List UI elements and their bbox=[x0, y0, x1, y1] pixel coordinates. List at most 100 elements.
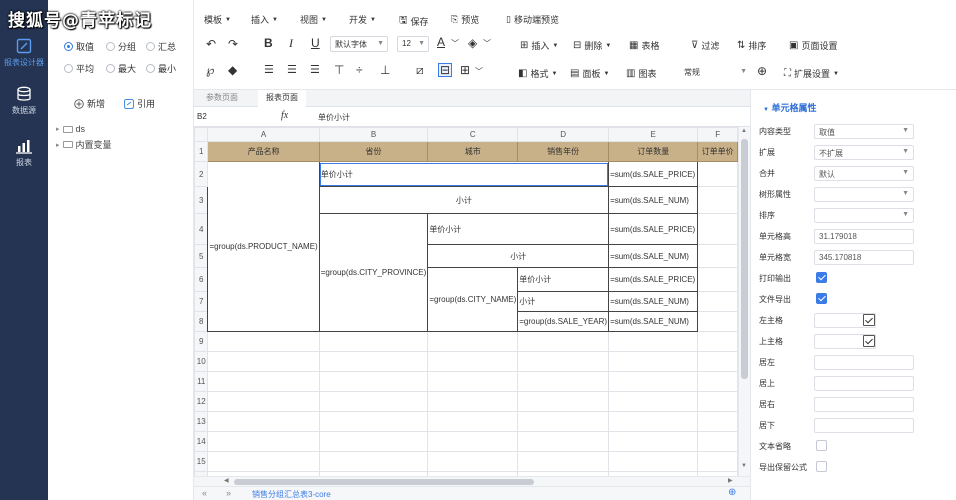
row-header[interactable]: 13 bbox=[194, 411, 209, 432]
save-button[interactable]: 🖫 保存 bbox=[399, 13, 429, 30]
row-header[interactable]: 6 bbox=[194, 267, 209, 292]
scrollbar-thumb[interactable] bbox=[234, 479, 534, 485]
prop-field-select[interactable]: 取值 ▼ bbox=[814, 124, 914, 139]
column-header[interactable]: A bbox=[207, 127, 320, 142]
cell-f7[interactable] bbox=[697, 291, 738, 312]
cell-e1[interactable]: 订单数量 bbox=[608, 141, 699, 162]
radio-max[interactable]: 最大 bbox=[106, 62, 136, 75]
cell-e7[interactable]: =sum(ds.SALE_NUM) bbox=[608, 291, 699, 312]
cell-b1[interactable]: 省份 bbox=[318, 141, 429, 162]
cell-c6[interactable]: =group(ds.CITY_NAME) bbox=[427, 267, 519, 332]
horizontal-scrollbar[interactable]: ◀ ▶ bbox=[194, 476, 750, 486]
radio-average[interactable]: 平均 bbox=[64, 62, 94, 75]
number-format-select[interactable]: 常规 ▼ bbox=[680, 65, 750, 81]
prop-checkbox[interactable] bbox=[816, 272, 827, 283]
prop-field-select[interactable]: ▼ bbox=[814, 208, 914, 223]
menu-develop[interactable]: 开发 ▼ bbox=[349, 13, 376, 26]
page-setup-button[interactable]: ▣ 页面设置 bbox=[789, 39, 837, 52]
scroll-down-icon[interactable]: ▼ bbox=[741, 463, 747, 469]
preview-button[interactable]: ⎘ 预览 bbox=[451, 13, 479, 26]
italic-icon[interactable]: I bbox=[289, 37, 293, 49]
row-header[interactable]: 5 bbox=[194, 244, 209, 268]
row-header[interactable]: 3 bbox=[194, 186, 209, 214]
filter-button[interactable]: ⊽ 过滤 bbox=[691, 39, 719, 52]
last-sheet-icon[interactable]: » bbox=[226, 488, 231, 498]
delete-button[interactable]: ⊟ 删除 ▼ bbox=[573, 39, 611, 52]
font-color-icon[interactable]: A bbox=[437, 36, 445, 48]
format-painter-icon[interactable]: ℘ bbox=[206, 64, 214, 76]
first-sheet-icon[interactable]: « bbox=[202, 488, 207, 498]
sort-button[interactable]: ⇅ 排序 bbox=[737, 39, 766, 52]
prop-field-select[interactable]: ▼ bbox=[814, 187, 914, 202]
row-header[interactable]: 15 bbox=[194, 451, 209, 472]
chart-button[interactable]: ▥ 图表 bbox=[626, 67, 656, 80]
vertical-scrollbar[interactable]: ▲ ▼ bbox=[738, 127, 750, 476]
align-bottom-icon[interactable]: ⊥ bbox=[380, 64, 390, 76]
chevron-down-icon[interactable]: ﹀ bbox=[451, 38, 459, 49]
radio-summary[interactable]: 汇总 bbox=[146, 40, 176, 53]
merge-cells-icon[interactable]: ⊟ bbox=[438, 63, 453, 77]
row-header[interactable]: 10 bbox=[194, 351, 209, 372]
dropdown-toggle-icon[interactable] bbox=[863, 314, 875, 326]
undo-icon[interactable]: ↶ bbox=[206, 38, 216, 50]
cell-b2[interactable]: 单价小计 bbox=[318, 161, 610, 187]
column-header[interactable]: E bbox=[608, 127, 699, 142]
row-header[interactable]: 14 bbox=[194, 431, 209, 452]
cell-f6[interactable] bbox=[697, 267, 738, 292]
row-header[interactable]: 8 bbox=[194, 311, 209, 332]
prop-field-input[interactable] bbox=[814, 355, 914, 370]
align-left-icon[interactable]: ☰ bbox=[264, 64, 274, 76]
cell-c5[interactable]: 小计 bbox=[427, 244, 610, 268]
cell-e3[interactable]: =sum(ds.SALE_NUM) bbox=[608, 186, 699, 214]
align-center-icon[interactable]: ☰ bbox=[287, 64, 297, 76]
cell-reference[interactable]: B2 bbox=[197, 112, 207, 121]
align-top-icon[interactable]: ⊤ bbox=[334, 64, 344, 76]
nav-item-datasource[interactable]: 数据源 bbox=[0, 86, 48, 116]
expand-setup-button[interactable]: ⛶ 扩展设置 ▼ bbox=[784, 67, 839, 80]
chevron-down-icon[interactable]: ﹀ bbox=[475, 66, 483, 77]
cell-b4[interactable]: =group(ds.CITY_PROVINCE) bbox=[318, 213, 429, 332]
eraser-icon[interactable]: ◆ bbox=[228, 64, 237, 76]
scrollbar-thumb[interactable] bbox=[741, 139, 748, 379]
cell-f4[interactable] bbox=[697, 213, 738, 245]
sheet-tab-active[interactable]: 销售分组汇总表3-core bbox=[252, 489, 331, 500]
menu-insert[interactable]: 插入 ▼ bbox=[251, 13, 278, 26]
scroll-up-icon[interactable]: ▲ bbox=[741, 128, 747, 134]
font-family-select[interactable]: 默认字体 ▼ bbox=[330, 36, 388, 52]
row-header[interactable]: 1 bbox=[194, 141, 209, 162]
cell-e2[interactable]: =sum(ds.SALE_PRICE) bbox=[608, 161, 699, 187]
prop-field-input[interactable]: 31.179018 bbox=[814, 229, 914, 244]
panel-button[interactable]: ▤ 面板 ▼ bbox=[570, 67, 609, 80]
cell-e6[interactable]: =sum(ds.SALE_PRICE) bbox=[608, 267, 699, 292]
border-icon[interactable]: ⊞ bbox=[460, 64, 470, 76]
align-right-icon[interactable]: ☰ bbox=[310, 64, 320, 76]
cell-b3[interactable]: 小计 bbox=[318, 186, 610, 214]
tab-params-page[interactable]: 参数页面 bbox=[198, 90, 246, 107]
cell-f2[interactable] bbox=[697, 161, 738, 187]
mobile-preview-button[interactable]: ▯ 移动端预览 bbox=[506, 13, 559, 26]
nav-item-report-designer[interactable]: 报表设计器 bbox=[0, 38, 48, 68]
underline-icon[interactable]: U bbox=[311, 37, 320, 49]
bold-icon[interactable]: B bbox=[264, 37, 273, 49]
cell-f5[interactable] bbox=[697, 244, 738, 268]
radio-value[interactable]: 取值 bbox=[64, 40, 94, 53]
prop-checkbox[interactable] bbox=[816, 293, 827, 304]
row-header[interactable]: 9 bbox=[194, 331, 209, 352]
cell-e5[interactable]: =sum(ds.SALE_NUM) bbox=[608, 244, 699, 268]
scroll-left-icon[interactable]: ◀ bbox=[224, 477, 229, 484]
cell-c4[interactable]: 单价小计 bbox=[427, 213, 610, 245]
menu-view[interactable]: 视图 ▼ bbox=[300, 13, 327, 26]
cell-d1[interactable]: 销售年份 bbox=[517, 141, 610, 162]
cell-e4[interactable]: =sum(ds.SALE_PRICE) bbox=[608, 213, 699, 245]
cell-f8[interactable] bbox=[697, 311, 738, 332]
cell-e8[interactable]: =sum(ds.SALE_NUM) bbox=[608, 311, 699, 332]
column-header[interactable]: F bbox=[697, 127, 738, 142]
row-header[interactable]: 11 bbox=[194, 371, 209, 392]
row-header[interactable]: 2 bbox=[194, 161, 209, 187]
prop-field-select[interactable]: 不扩展 ▼ bbox=[814, 145, 914, 160]
table-button[interactable]: ▦ 表格 bbox=[629, 39, 659, 52]
prop-checkbox[interactable] bbox=[816, 440, 827, 451]
column-header[interactable]: C bbox=[427, 127, 519, 142]
cell-d7[interactable]: 小计 bbox=[517, 291, 610, 312]
reference-button[interactable]: 引用 bbox=[124, 97, 155, 110]
